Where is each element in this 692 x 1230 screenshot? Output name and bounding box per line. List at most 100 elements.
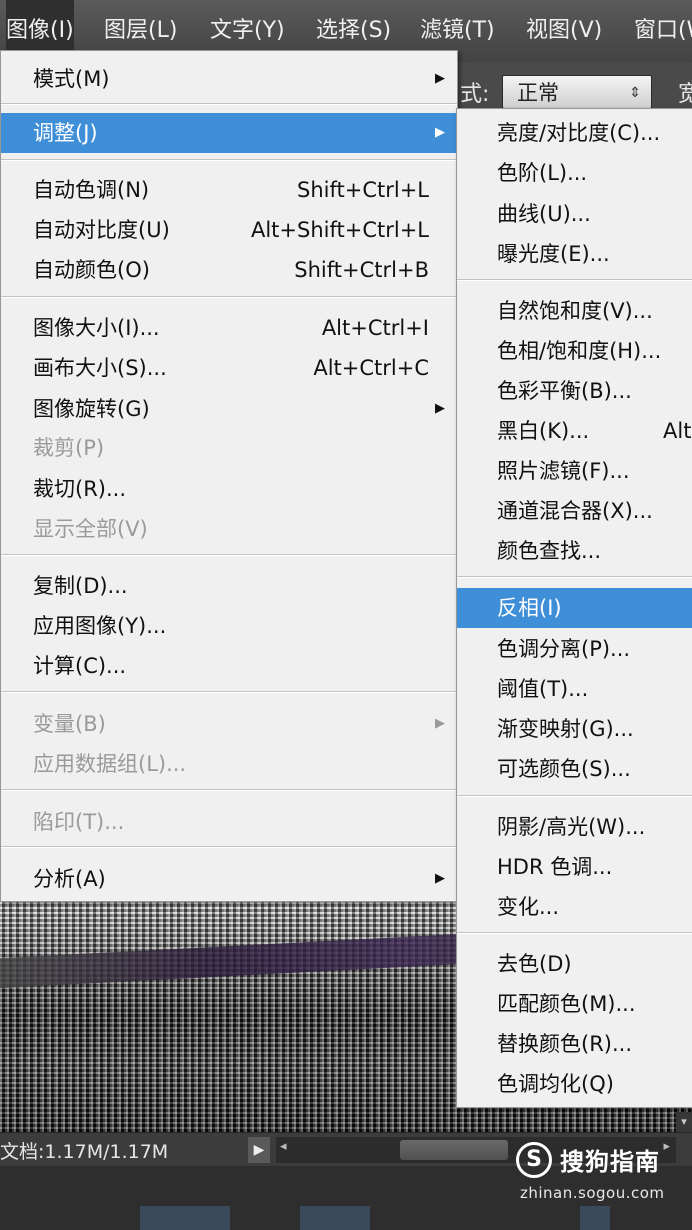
menu-item-replace-color[interactable]: 替换颜色(R)... xyxy=(457,1024,692,1064)
menu-item-label: 裁剪(P) xyxy=(33,436,105,460)
menu-item-hdr-toning[interactable]: HDR 色调... xyxy=(457,847,692,887)
menu-separator xyxy=(1,789,457,791)
submenu-arrow-icon: ▶ xyxy=(435,716,445,731)
menu-item-label: 显示全部(V) xyxy=(33,517,148,541)
menu-item-label: 变化... xyxy=(497,895,560,919)
menu-item-duplicate[interactable]: 复制(D)... xyxy=(1,566,457,606)
menu-item-label: 变量(B) xyxy=(33,712,106,736)
menu-item-apply-image[interactable]: 应用图像(Y)... xyxy=(1,606,457,646)
menu-item-apply-data-set: 应用数据组(L)... xyxy=(1,744,457,784)
menu-item-mode[interactable]: 模式(M) ▶ xyxy=(1,59,457,99)
menu-item-brightness-contrast[interactable]: 亮度/对比度(C)... xyxy=(457,113,692,153)
menu-item-gradient-map[interactable]: 渐变映射(G)... xyxy=(457,709,692,749)
submenu-arrow-icon: ▶ xyxy=(435,871,445,886)
menu-item-label: 去色(D) xyxy=(497,952,572,976)
watermark: S 搜狗指南 zhinan.sogou.com xyxy=(514,1140,692,1210)
menu-item-label: 应用数据组(L)... xyxy=(33,752,187,776)
menu-item-auto-contrast[interactable]: 自动对比度(U) Alt+Shift+Ctrl+L xyxy=(1,210,457,250)
menu-item-label: 调整(J) xyxy=(33,121,98,145)
menu-item-vibrance[interactable]: 自然饱和度(V)... xyxy=(457,291,692,331)
panel-tab[interactable] xyxy=(140,1206,230,1230)
status-menu-button[interactable]: ▶ xyxy=(248,1137,270,1163)
menu-item-auto-tone[interactable]: 自动色调(N) Shift+Ctrl+L xyxy=(1,170,457,210)
menu-item-equalize[interactable]: 色调均化(Q) xyxy=(457,1064,692,1104)
scroll-down-icon[interactable]: ▾ xyxy=(676,1112,692,1132)
menu-item-label: 画布大小(S)... xyxy=(33,356,167,380)
menu-item-curves[interactable]: 曲线(U)... xyxy=(457,194,692,234)
menu-item-image-rotation[interactable]: 图像旋转(G) ▶ xyxy=(1,389,457,429)
menu-item-calculations[interactable]: 计算(C)... xyxy=(1,646,457,686)
menu-item-shortcut: Shift+Ctrl+B xyxy=(294,258,429,282)
menu-item-label: 色阶(L)... xyxy=(497,161,588,185)
menu-item-label: 陷印(T)... xyxy=(33,810,125,834)
menu-view[interactable]: 视图(V) xyxy=(526,0,602,62)
menu-item-shortcut: Shift+Ctrl+L xyxy=(297,178,429,202)
menu-separator xyxy=(457,795,692,797)
menu-item-variations[interactable]: 变化... xyxy=(457,887,692,927)
menu-separator xyxy=(457,932,692,934)
menu-item-image-size[interactable]: 图像大小(I)... Alt+Ctrl+I xyxy=(1,308,457,348)
menu-item-threshold[interactable]: 阈值(T)... xyxy=(457,669,692,709)
menu-item-label: 可选颜色(S)... xyxy=(497,757,631,781)
menu-item-shortcut: Alt+Shift+Ctrl+L xyxy=(250,218,429,242)
scroll-left-icon[interactable]: ◂ xyxy=(280,1139,287,1154)
menu-item-invert[interactable]: 反相(I) xyxy=(457,588,692,628)
menu-item-label: 曝光度(E)... xyxy=(497,242,610,266)
menu-item-exposure[interactable]: 曝光度(E)... xyxy=(457,234,692,274)
blend-mode-value: 正常 xyxy=(517,81,559,105)
menu-item-shadows-highlights[interactable]: 阴影/高光(W)... xyxy=(457,807,692,847)
menu-item-label: 复制(D)... xyxy=(33,574,128,598)
blend-mode-select[interactable]: 正常 ⇕ xyxy=(502,75,652,109)
menu-item-analysis[interactable]: 分析(A) ▶ xyxy=(1,859,457,899)
menu-item-label: 图像大小(I)... xyxy=(33,316,160,340)
menu-item-crop: 裁剪(P) xyxy=(1,428,457,468)
menu-item-match-color[interactable]: 匹配颜色(M)... xyxy=(457,984,692,1024)
menu-item-desaturate[interactable]: 去色(D) xyxy=(457,944,692,984)
menu-item-hue-saturation[interactable]: 色相/饱和度(H)... xyxy=(457,331,692,371)
menu-item-selective-color[interactable]: 可选颜色(S)... xyxy=(457,749,692,789)
menu-separator xyxy=(457,279,692,281)
menu-separator xyxy=(1,103,457,105)
menu-item-color-balance[interactable]: 色彩平衡(B)... xyxy=(457,371,692,411)
menu-item-label: 分析(A) xyxy=(33,867,106,891)
watermark-url: zhinan.sogou.com xyxy=(520,1184,665,1202)
mode-label: 式: xyxy=(460,82,490,107)
image-menu: 模式(M) ▶ 调整(J) ▶ 自动色调(N) Shift+Ctrl+L 自动对… xyxy=(0,50,458,902)
menu-item-label: 自然饱和度(V)... xyxy=(497,299,653,323)
menu-item-label: 自动对比度(U) xyxy=(33,218,170,242)
menu-item-label: 色调均化(Q) xyxy=(497,1072,614,1096)
menu-item-label: 应用图像(Y)... xyxy=(33,614,167,638)
menu-item-label: 曲线(U)... xyxy=(497,202,591,226)
menu-item-posterize[interactable]: 色调分离(P)... xyxy=(457,629,692,669)
menu-item-channel-mixer[interactable]: 通道混合器(X)... xyxy=(457,491,692,531)
menu-item-label: 阴影/高光(W)... xyxy=(497,815,646,839)
select-arrows-icon: ⇕ xyxy=(629,85,641,101)
menu-item-adjust[interactable]: 调整(J) ▶ xyxy=(1,113,457,153)
menu-item-label: 亮度/对比度(C)... xyxy=(497,121,661,145)
panel-tab[interactable] xyxy=(300,1206,370,1230)
menu-item-label: HDR 色调... xyxy=(497,855,613,879)
watermark-brand: 搜狗指南 xyxy=(560,1148,660,1176)
menu-item-label: 裁切(R)... xyxy=(33,477,127,501)
menu-item-color-lookup[interactable]: 颜色查找... xyxy=(457,531,692,571)
menu-separator xyxy=(1,554,457,556)
menu-item-label: 阈值(T)... xyxy=(497,677,589,701)
scrollbar-thumb[interactable] xyxy=(400,1140,508,1160)
menu-item-label: 模式(M) xyxy=(33,67,110,91)
menu-item-shortcut: Alt xyxy=(663,419,692,443)
submenu-arrow-icon: ▶ xyxy=(435,401,445,416)
menu-item-photo-filter[interactable]: 照片滤镜(F)... xyxy=(457,451,692,491)
menu-window[interactable]: 窗口(W) xyxy=(634,0,692,62)
menu-item-label: 计算(C)... xyxy=(33,654,127,678)
menu-item-label: 反相(I) xyxy=(497,596,562,620)
menu-item-canvas-size[interactable]: 画布大小(S)... Alt+Ctrl+C xyxy=(1,348,457,388)
menu-item-black-white[interactable]: 黑白(K)... Alt xyxy=(457,411,692,451)
submenu-arrow-icon: ▶ xyxy=(435,125,445,140)
adjustments-submenu: 亮度/对比度(C)... 色阶(L)... 曲线(U)... 曝光度(E)...… xyxy=(456,108,692,1108)
menu-item-label: 照片滤镜(F)... xyxy=(497,459,630,483)
menu-item-label: 替换颜色(R)... xyxy=(497,1032,633,1056)
menu-item-auto-color[interactable]: 自动颜色(O) Shift+Ctrl+B xyxy=(1,250,457,290)
menu-item-levels[interactable]: 色阶(L)... xyxy=(457,153,692,193)
menu-item-trim[interactable]: 裁切(R)... xyxy=(1,469,457,509)
menu-item-shortcut: Alt+Ctrl+I xyxy=(321,316,429,340)
